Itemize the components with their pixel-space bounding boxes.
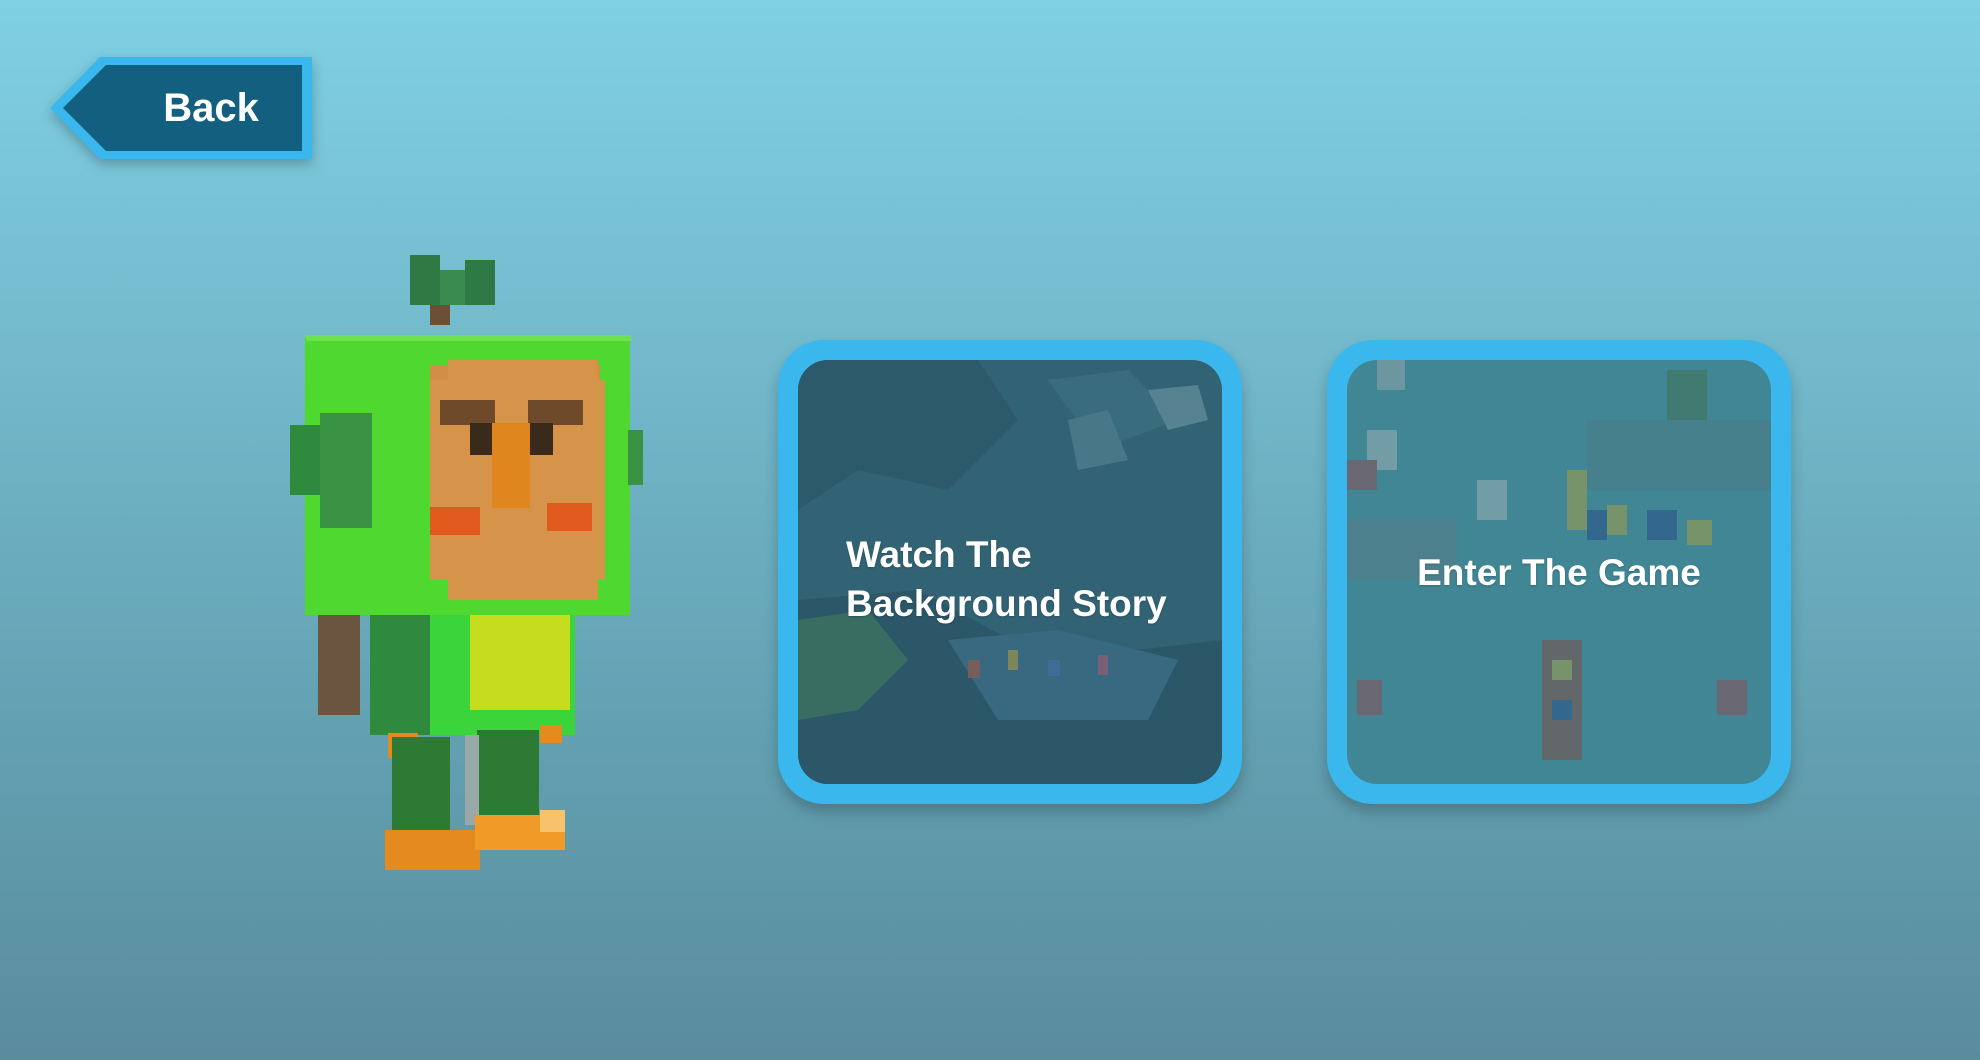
- game-card-title: Enter The Game: [1417, 552, 1701, 593]
- back-label: Back: [163, 86, 259, 130]
- story-title-line-1: Watch The: [846, 534, 1032, 575]
- story-card-preview: Watch The Background Story: [798, 360, 1222, 784]
- back-button[interactable]: Back: [50, 57, 312, 159]
- story-card-title: Watch The Background Story: [846, 530, 1206, 628]
- story-title-line-2: Background Story: [846, 583, 1167, 624]
- watch-story-card[interactable]: Watch The Background Story: [778, 340, 1242, 804]
- voxel-character: [270, 245, 670, 885]
- game-card-preview: Enter The Game: [1347, 360, 1771, 784]
- enter-game-card[interactable]: Enter The Game: [1327, 340, 1791, 804]
